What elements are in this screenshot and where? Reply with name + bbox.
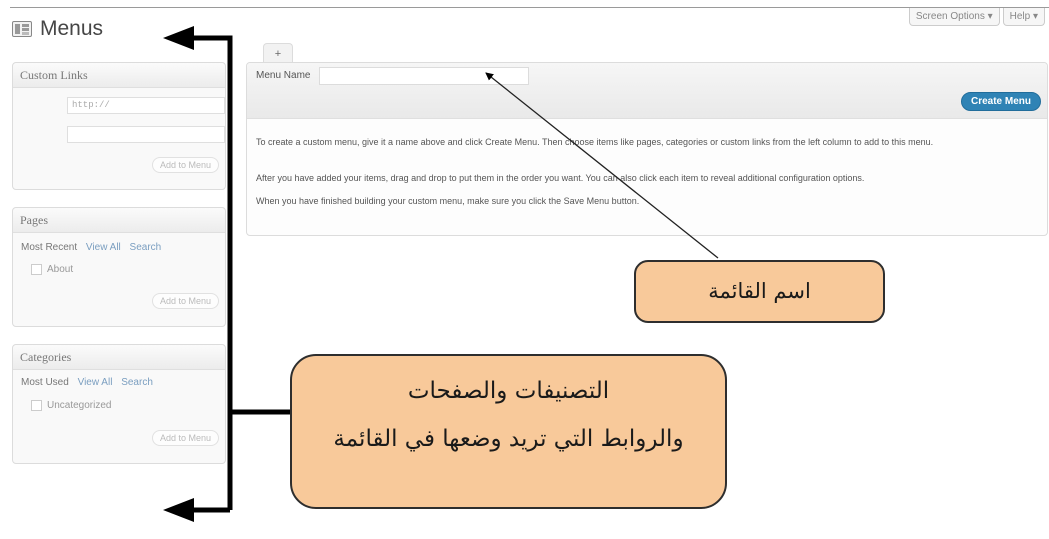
items-callout-line: التصنيفات والصفحات <box>407 378 610 404</box>
screen-meta-links: Screen Options ▾ Help ▾ <box>908 8 1045 26</box>
menu-editor: Menu Name Create Menu To create a custom… <box>246 62 1048 236</box>
screen-options-button[interactable]: Screen Options ▾ <box>908 8 1000 26</box>
menu-name-callout: اسم القائمة <box>634 260 885 323</box>
help-button[interactable]: Help ▾ <box>1002 8 1045 26</box>
arrow-head <box>163 498 194 522</box>
page-item[interactable]: About <box>31 264 73 275</box>
top-divider <box>10 7 1049 8</box>
page-title: Menus <box>40 17 104 40</box>
custom-link-url-input[interactable]: http:// <box>67 97 225 114</box>
create-menu-button[interactable]: Create Menu <box>960 92 1041 111</box>
menu-name-label: Menu Name <box>256 70 311 81</box>
tab-view-all[interactable]: View All <box>78 377 113 388</box>
arrow-head <box>163 26 194 50</box>
categories-title[interactable]: Categories <box>13 345 225 370</box>
category-item-label: Uncategorized <box>47 400 112 411</box>
items-callout: التصنيفات والصفحات والروابط التي تريد وض… <box>290 354 727 509</box>
menu-name-input[interactable] <box>319 67 529 85</box>
new-menu-tab[interactable]: + <box>263 43 293 63</box>
page-header: Menus <box>12 17 103 41</box>
tab-search[interactable]: Search <box>121 377 153 388</box>
category-item[interactable]: Uncategorized <box>31 400 111 411</box>
categories-tabs: Most Used View All Search <box>21 377 159 388</box>
pages-title[interactable]: Pages <box>13 208 225 233</box>
pages-box: Pages Most Recent View All Search About … <box>12 207 226 327</box>
tab-most-used[interactable]: Most Used <box>21 377 69 388</box>
checkbox[interactable] <box>31 264 42 275</box>
add-pages-button[interactable]: Add to Menu <box>151 293 219 309</box>
add-custom-link-button[interactable]: Add to Menu <box>151 157 219 173</box>
instruction-text: When you have finished building your cus… <box>256 196 640 206</box>
custom-links-title[interactable]: Custom Links <box>13 63 225 88</box>
custom-links-box: Custom Links http:// Add to Menu <box>12 62 226 190</box>
tab-search[interactable]: Search <box>130 242 162 253</box>
add-categories-button[interactable]: Add to Menu <box>151 430 219 446</box>
pages-tabs: Most Recent View All Search <box>21 242 167 253</box>
instruction-text: To create a custom menu, give it a name … <box>256 137 934 147</box>
instruction-text: After you have added your items, drag an… <box>256 173 865 183</box>
page-item-label: About <box>47 264 74 275</box>
tab-most-recent[interactable]: Most Recent <box>21 242 77 253</box>
menu-header: Menu Name Create Menu <box>247 63 1047 119</box>
custom-link-label-input[interactable] <box>67 126 225 143</box>
tab-view-all[interactable]: View All <box>86 242 121 253</box>
checkbox[interactable] <box>31 400 42 411</box>
menus-icon <box>12 21 32 37</box>
items-callout-line: والروابط التي تريد وضعها في القائمة <box>333 426 684 452</box>
categories-box: Categories Most Used View All Search Unc… <box>12 344 226 464</box>
